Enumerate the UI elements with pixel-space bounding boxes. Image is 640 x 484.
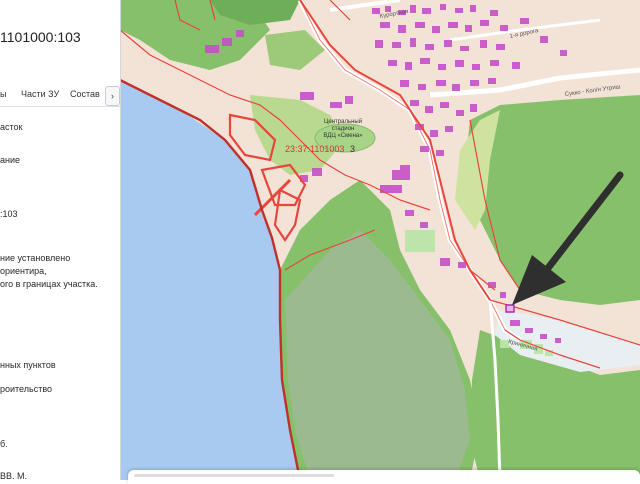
district-suffix-label: 3	[350, 144, 355, 154]
map-view[interactable]: Центральный стадион ВДЦ «Смена» 23:37:11…	[120, 0, 640, 480]
bottom-sheet-handle[interactable]	[134, 474, 334, 477]
tab-main[interactable]: ы	[0, 89, 6, 99]
address-line-3: ого в границах участка.	[0, 279, 98, 289]
stadium-label-3: ВДЦ «Смена»	[323, 133, 363, 139]
parcel-highlight	[505, 304, 515, 313]
cadastral-district-label: 23:37:1101003	[285, 144, 344, 154]
address-line-1: ние установлено	[0, 253, 71, 263]
tab-parts[interactable]: Части ЗУ	[21, 89, 59, 99]
tabs-divider	[0, 106, 120, 107]
panel-tabs: ы Части ЗУ Состав ›	[0, 86, 120, 106]
cadastral-number-title: 1101000:103	[0, 29, 81, 45]
parcel-status-value: ание	[0, 155, 21, 165]
parcel-info-panel: 1101000:103 ы Части ЗУ Состав › асток ан…	[0, 0, 121, 480]
address-line-2: ориентира,	[0, 266, 47, 276]
parcel-quarter-value: :103	[0, 209, 18, 219]
land-category-value: нных пунктов	[0, 360, 56, 370]
area-unit-value: ВВ. М.	[0, 471, 28, 480]
chevron-right-icon[interactable]: ›	[105, 86, 120, 106]
permitted-use-value: роительство	[0, 384, 53, 394]
parcel-type-value: асток	[0, 122, 23, 132]
bottom-sheet[interactable]	[128, 470, 640, 484]
area-value: б.	[0, 439, 8, 449]
tab-composition[interactable]: Состав	[70, 89, 100, 99]
stadium-label-2: стадион	[332, 126, 355, 132]
stadium-label-1: Центральный	[324, 118, 362, 125]
